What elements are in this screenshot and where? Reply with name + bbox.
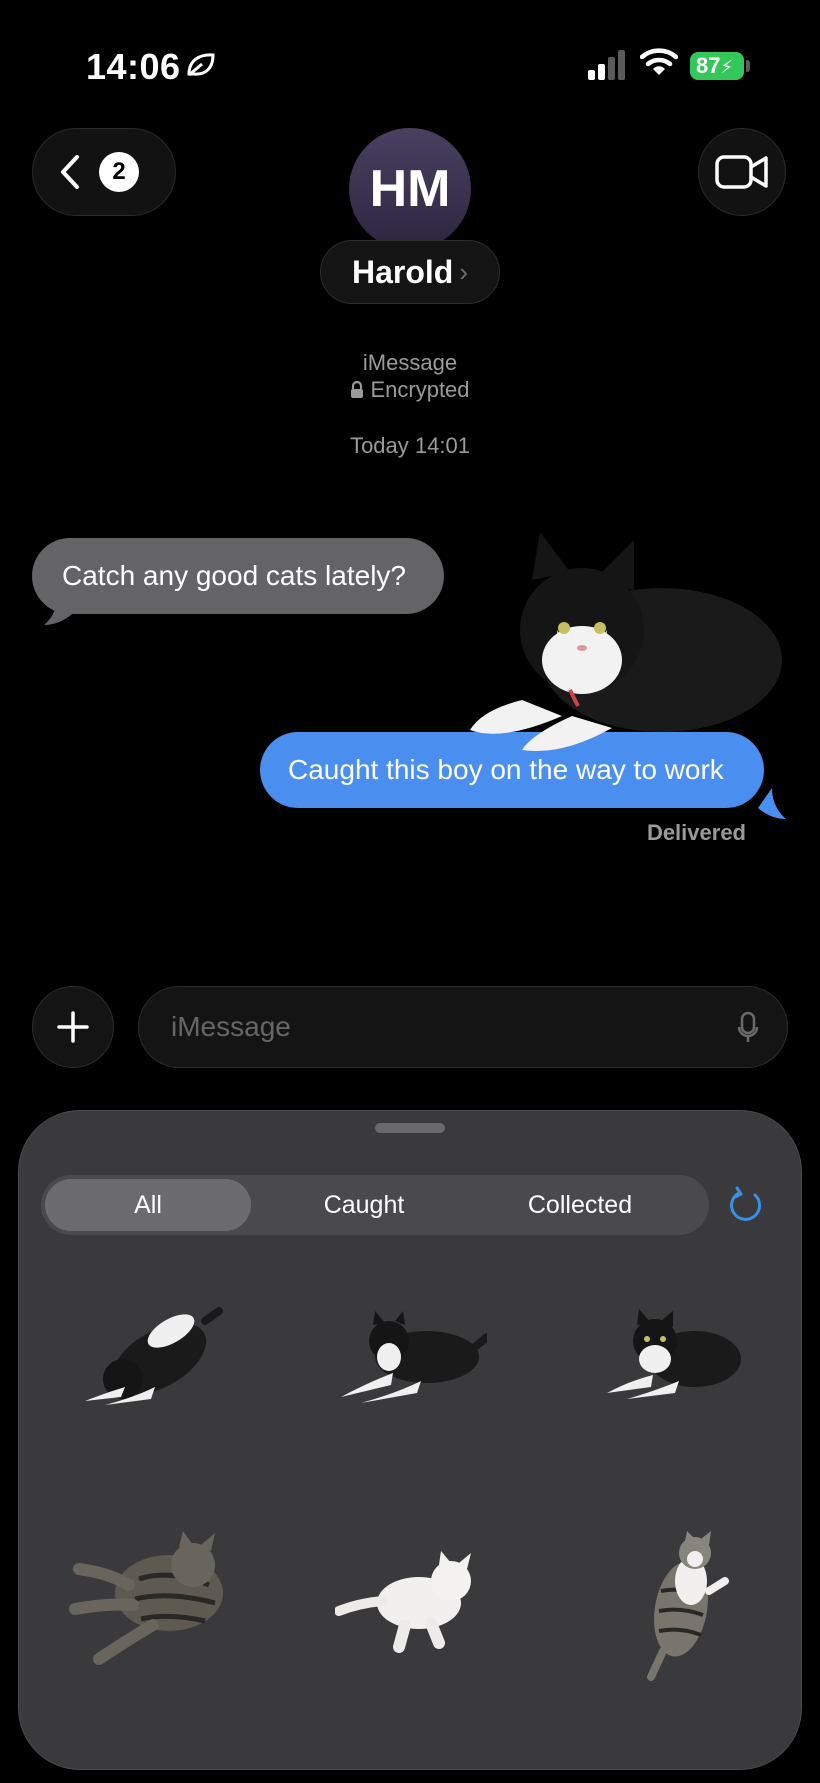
contact-name: Harold bbox=[351, 253, 454, 290]
battery-charging-icon: 87⚡ bbox=[690, 52, 744, 80]
facetime-video-button[interactable] bbox=[698, 128, 786, 216]
charging-bolt-icon: ⚡ bbox=[720, 57, 734, 77]
tuxedo-cat-resting-sticker[interactable] bbox=[599, 1307, 749, 1407]
sticker-drawer: All Caught Collected bbox=[18, 1110, 802, 1770]
message-input[interactable]: iMessage bbox=[138, 986, 788, 1068]
battery-nub bbox=[746, 60, 750, 72]
encryption-text: Encrypted bbox=[370, 377, 470, 402]
service-label: iMessage bbox=[362, 350, 458, 375]
incoming-message-text: Catch any good cats lately? bbox=[62, 560, 406, 591]
chevron-left-icon bbox=[61, 155, 79, 189]
lock-icon bbox=[351, 380, 364, 398]
contact-name-button[interactable]: Harold › bbox=[320, 240, 500, 304]
tuxedo-cat-lying-sticker[interactable] bbox=[337, 1307, 487, 1407]
back-button[interactable]: 2 bbox=[32, 128, 176, 216]
tab-all[interactable]: All bbox=[45, 1179, 251, 1231]
incoming-message[interactable]: Catch any good cats lately? bbox=[32, 538, 444, 614]
cellular-signal-icon bbox=[588, 50, 625, 80]
drawer-grabber[interactable] bbox=[375, 1123, 445, 1133]
tab-caught[interactable]: Caught bbox=[261, 1179, 467, 1231]
tuxedo-cat-rolling-sticker[interactable] bbox=[75, 1301, 225, 1411]
thread-timestamp: Today 14:01 bbox=[350, 433, 470, 458]
sticker-filter-tabs: All Caught Collected bbox=[41, 1175, 709, 1235]
add-attachment-button[interactable] bbox=[32, 986, 114, 1068]
battery-level: 87 bbox=[696, 53, 721, 78]
status-bar: 14:06 87⚡ bbox=[0, 0, 820, 120]
tuxedo-cat-sticker-on-message[interactable] bbox=[462, 520, 802, 770]
white-cat-lying-sticker[interactable] bbox=[335, 1547, 485, 1657]
chevron-right-icon: › bbox=[459, 256, 468, 287]
outgoing-bubble-tail bbox=[758, 788, 786, 819]
video-camera-icon bbox=[715, 155, 768, 189]
encryption-label: Encrypted bbox=[0, 377, 820, 403]
message-input-placeholder: iMessage bbox=[171, 1011, 291, 1042]
status-time: 14:06 bbox=[86, 46, 181, 87]
contact-avatar[interactable]: HM bbox=[349, 128, 471, 250]
tabby-cat-lying-sticker[interactable] bbox=[69, 1529, 239, 1669]
tab-collected[interactable]: Collected bbox=[477, 1179, 683, 1231]
microphone-icon[interactable] bbox=[737, 1011, 759, 1045]
plus-icon bbox=[57, 1011, 89, 1043]
tabby-white-cat-standing-sticker[interactable] bbox=[631, 1531, 731, 1681]
delivery-status: Delivered bbox=[646, 820, 746, 845]
incoming-bubble-tail bbox=[44, 594, 72, 625]
unread-count-badge: 2 bbox=[99, 152, 139, 192]
refresh-icon[interactable] bbox=[725, 1185, 765, 1225]
wifi-icon bbox=[640, 48, 678, 75]
leaf-icon bbox=[187, 53, 215, 77]
